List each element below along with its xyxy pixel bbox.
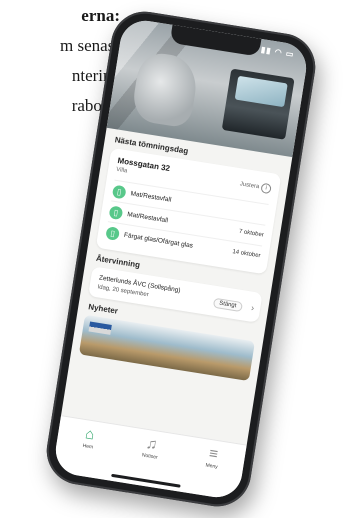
- article-line: erna:: [81, 6, 120, 25]
- tab-home[interactable]: ⌂ Hem: [58, 423, 115, 480]
- pickup-date: 7 oktober: [238, 228, 265, 239]
- chevron-right-icon[interactable]: ›: [250, 303, 255, 313]
- bin-icon: ▯: [105, 225, 121, 241]
- bin-icon: ▯: [111, 184, 127, 199]
- info-icon: i: [260, 182, 272, 195]
- main-content: Nästa tömningsdag Mossgatan 32 Villa Jus…: [60, 128, 292, 452]
- adjust-label: Justera: [239, 181, 260, 191]
- flag-image: [88, 321, 112, 335]
- signal-wifi-battery-icon: ▮▮ ◠ ▭: [260, 44, 296, 60]
- pickup-date: 14 oktober: [231, 248, 261, 260]
- waste-bag-image: [130, 50, 201, 129]
- bin-icon: ▯: [108, 204, 124, 220]
- tab-menu[interactable]: ≡ Meny: [182, 443, 239, 500]
